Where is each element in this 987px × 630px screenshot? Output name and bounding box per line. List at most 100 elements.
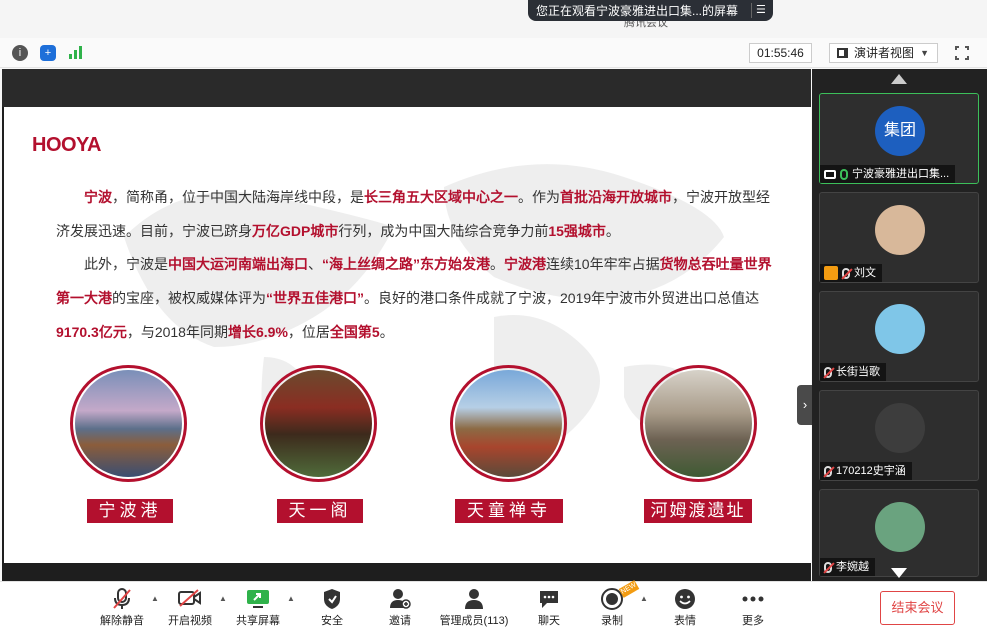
scroll-down-icon[interactable] (891, 568, 907, 578)
participant-name: 刘文 (854, 267, 876, 279)
view-mode-dropdown[interactable]: 演讲者视图 ▼ (829, 43, 938, 63)
participant-label: 长街当歌 (820, 363, 886, 381)
shield-icon (310, 588, 354, 610)
para1-run: 首批沿海开放城市 (560, 189, 672, 205)
para2-run: 增长6.9% (227, 324, 288, 340)
caption-hemudu-site: 河姆渡遗址 (644, 499, 752, 523)
participant-tile-0[interactable]: 集团 宁波豪雅进出口集... (819, 93, 979, 184)
security-button[interactable]: 安全 (310, 586, 354, 630)
participant-tile-4[interactable]: 李婉越 (819, 489, 979, 577)
para2-run: “世界五佳港口” (266, 290, 364, 306)
host-icon (824, 266, 838, 280)
participant-name: 宁波豪雅进出口集... (852, 168, 950, 180)
meeting-toolbar: i + 01:55:46 演讲者视图 ▼ (0, 38, 987, 68)
tiantong-temple-photo (450, 365, 567, 482)
para2-run: 中国大运河南端出海口 (168, 256, 308, 272)
participant-name: 长街当歌 (836, 366, 880, 378)
reactions-button[interactable]: 表情 (663, 586, 707, 630)
para1-run: ，简称甬，位于中国大陆海岸线中段，是 (112, 189, 364, 205)
participant-tile-1[interactable]: 刘文 (819, 192, 979, 283)
control-bar: 解除静音 ▲ 开启视频 ▲ 共享屏幕 ▲ 安全 邀请 管理成员(113) 聊天 … (0, 580, 987, 630)
para2-run: 宁波港 (504, 256, 546, 272)
chevron-up-icon[interactable]: ▲ (219, 594, 227, 603)
mic-on-icon (840, 168, 848, 180)
avatar (875, 304, 925, 354)
layout-icon (837, 48, 848, 58)
add-user-icon (378, 588, 422, 610)
expand-panel-arrow[interactable]: › (797, 385, 813, 425)
hemudu-site-photo (640, 365, 757, 482)
stage-top-bar (2, 69, 811, 107)
para2-run: 连续10年牢牢占据 (546, 256, 660, 272)
participant-tile-2[interactable]: 长街当歌 (819, 291, 979, 382)
chevron-up-icon[interactable]: ▲ (640, 594, 648, 603)
members-icon (436, 588, 512, 610)
smile-icon (663, 588, 707, 610)
caption-tianyi-pavilion: 天一阁 (277, 499, 363, 523)
para1-run: 宁波 (84, 189, 112, 205)
para1-run: 。 (605, 223, 620, 239)
participant-name: 170212史宇涵 (836, 465, 906, 477)
participant-label: 李婉越 (820, 558, 875, 576)
participant-tile-3[interactable]: 170212史宇涵 (819, 390, 979, 481)
info-icon[interactable]: i (12, 45, 28, 61)
signal-icon[interactable] (68, 45, 84, 61)
meeting-timer: 01:55:46 (749, 43, 812, 63)
share-menu-icon[interactable]: ☰ (751, 3, 767, 18)
shared-screen: HOOYA 宁波，简称甬，位于中国大陆海岸线中段，是长三角五大区域中心之一。作为… (2, 69, 813, 581)
slide-paragraph-1: 宁波，简称甬，位于中国大陆海岸线中段，是长三角五大区域中心之一。作为首批沿海开放… (56, 180, 776, 248)
avatar: 集团 (875, 106, 925, 156)
share-screen-button[interactable]: 共享屏幕 (234, 586, 282, 630)
para1-run: 。作为 (518, 189, 560, 205)
camera-off-icon (166, 588, 214, 610)
tianyi-pavilion-photo (260, 365, 377, 482)
invite-button[interactable]: 邀请 (378, 586, 422, 630)
para2-run: 9170.3亿元 (56, 324, 127, 340)
more-icon (731, 588, 775, 610)
para2-run: 、 (308, 256, 322, 272)
chat-icon (527, 588, 571, 610)
manage-members-button[interactable]: 管理成员(113) (436, 586, 512, 630)
avatar (875, 502, 925, 552)
para2-run: ，与2018年同期 (126, 324, 228, 340)
hooya-logo: HOOYA (32, 134, 102, 156)
para2-run: 此外，宁波是 (84, 256, 168, 272)
presentation-slide: HOOYA 宁波，简称甬，位于中国大陆海岸线中段，是长三角五大区域中心之一。作为… (4, 107, 811, 563)
participant-label: 宁波豪雅进出口集... (820, 165, 956, 183)
para2-run: “海上丝绸之路”东方始发港 (322, 256, 490, 272)
end-meeting-button[interactable]: 结束会议 (880, 591, 955, 625)
avatar (875, 205, 925, 255)
caption-tiantong-temple: 天童禅寺 (455, 499, 563, 523)
mic-muted-icon (98, 588, 146, 610)
participant-name: 李婉越 (836, 561, 869, 573)
para2-run: 。 (379, 324, 394, 340)
para1-run: 行列，成为中国大陆综合竞争力前 (338, 223, 549, 239)
unmute-button[interactable]: 解除静音 (98, 586, 146, 630)
fullscreen-icon[interactable] (954, 45, 970, 61)
participant-label: 刘文 (820, 264, 882, 282)
para2-run: 。良好的港口条件成就了宁波，2019年宁波市外贸进出口总值达 (364, 290, 760, 306)
share-notice-text: 您正在观看宁波豪雅进出口集...的屏幕 (536, 4, 739, 18)
para2-run: 的宝座，被权威媒体评为 (112, 290, 266, 306)
chat-button[interactable]: 聊天 (527, 586, 571, 630)
mic-muted-icon (824, 561, 832, 573)
more-button[interactable]: 更多 (731, 586, 775, 630)
mic-muted-icon (842, 267, 850, 279)
avatar (875, 403, 925, 453)
screen-share-icon (824, 169, 836, 179)
chevron-up-icon[interactable]: ▲ (287, 594, 295, 603)
slide-paragraph-2: 此外，宁波是中国大运河南端出海口、“海上丝绸之路”东方始发港。 宁波港连续10年牢… (56, 247, 776, 349)
share-notice-pill[interactable]: 您正在观看宁波豪雅进出口集...的屏幕 ☰ (528, 0, 773, 21)
meeting-window: 腾讯会议 您正在观看宁波豪雅进出口集...的屏幕 ☰ i + 01:55:46 … (0, 0, 987, 630)
para1-run: 15强城市 (548, 223, 606, 239)
participant-label: 170212史宇涵 (820, 462, 912, 480)
mic-muted-icon (824, 465, 832, 477)
para1-run: 长三角五大区域中心之一 (364, 189, 518, 205)
start-video-button[interactable]: 开启视频 (166, 586, 214, 630)
scroll-up-icon[interactable] (891, 74, 907, 84)
chevron-up-icon[interactable]: ▲ (151, 594, 159, 603)
para1-run: 万亿GDP城市 (252, 223, 339, 239)
ningbo-port-photo (70, 365, 187, 482)
share-screen-icon (234, 588, 282, 610)
shield-icon[interactable]: + (40, 45, 56, 61)
